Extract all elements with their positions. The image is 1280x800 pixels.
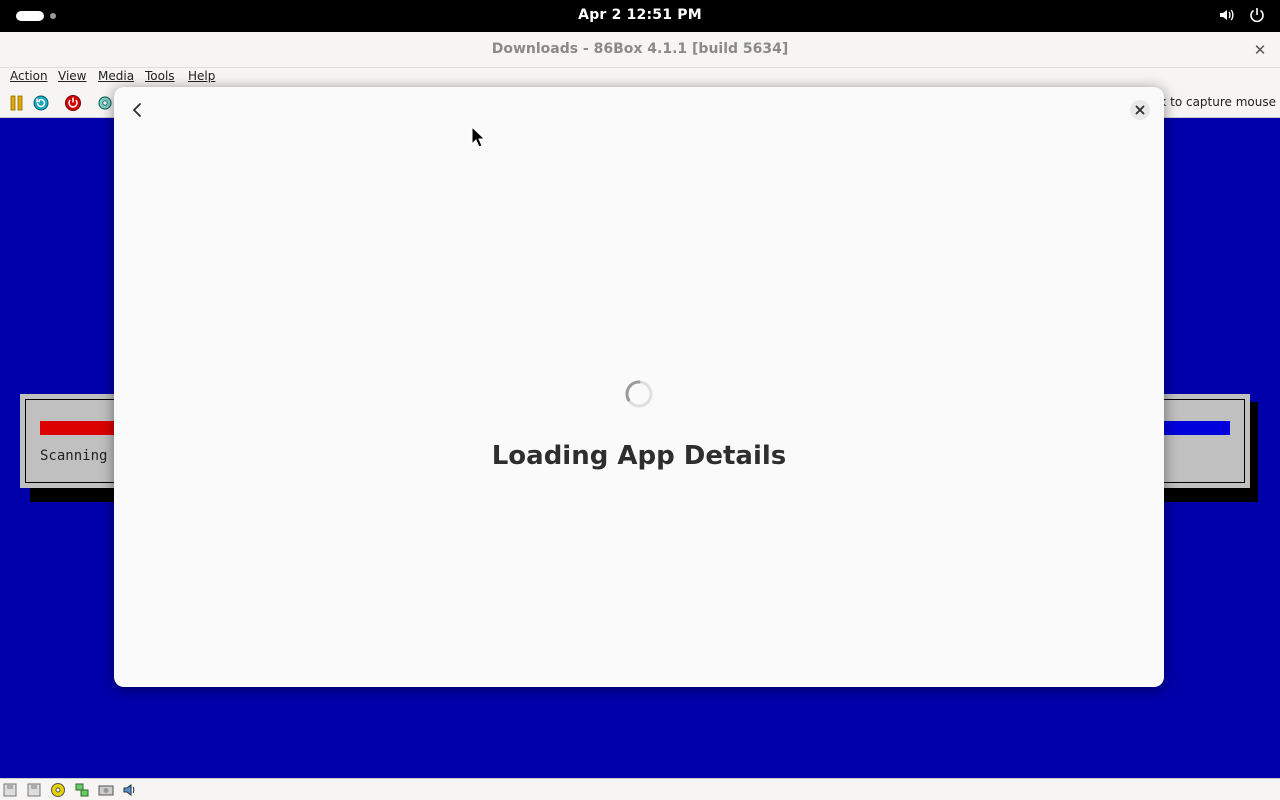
menu-action[interactable]: Action — [10, 69, 48, 83]
spinner-icon — [624, 379, 654, 409]
close-icon: ✕ — [1253, 41, 1267, 59]
chevron-left-icon — [126, 103, 148, 125]
menu-media[interactable]: Media — [98, 69, 134, 83]
network-icon[interactable] — [74, 782, 90, 798]
dialog-close-button[interactable] — [1130, 100, 1150, 120]
menu-help[interactable]: Help — [188, 69, 215, 83]
settings-icon[interactable] — [96, 94, 114, 112]
power-icon[interactable] — [1248, 6, 1266, 24]
power-off-icon[interactable] — [64, 94, 82, 112]
window-title: Downloads - 86Box 4.1.1 [build 5634] — [491, 41, 789, 57]
floppy-icon[interactable] — [26, 782, 42, 798]
hdd-icon[interactable] — [98, 782, 114, 798]
back-button[interactable] — [126, 99, 148, 121]
window-titlebar[interactable]: Downloads - 86Box 4.1.1 [build 5634] ✕ — [0, 32, 1280, 68]
floppy-icon[interactable] — [2, 782, 18, 798]
app-details-dialog: Loading App Details — [114, 87, 1164, 687]
mouse-cursor-icon — [471, 125, 486, 148]
status-bar — [0, 778, 1280, 800]
window-close-button[interactable]: ✕ — [1250, 40, 1270, 60]
cdrom-icon[interactable] — [50, 782, 66, 798]
top-bar: Apr 2 12:51 PM — [0, 0, 1280, 32]
reset-icon[interactable] — [32, 94, 50, 112]
close-icon — [1130, 105, 1150, 124]
vm-progress-bar-blue — [1160, 421, 1230, 435]
menu-bar: Action View Media Tools Help — [0, 68, 1280, 88]
menu-tools[interactable]: Tools — [145, 69, 175, 83]
menu-view[interactable]: View — [58, 69, 86, 83]
pause-icon[interactable] — [8, 94, 26, 112]
vm-panel-shadow — [1250, 402, 1258, 502]
volume-icon[interactable] — [1218, 6, 1236, 24]
clock[interactable]: Apr 2 12:51 PM — [0, 7, 1280, 23]
system-tray[interactable] — [1218, 6, 1266, 24]
loading-title: Loading App Details — [491, 441, 787, 471]
capture-mouse-hint: lick to capture mouse — [1146, 95, 1276, 109]
vm-progress-bar — [40, 421, 120, 435]
vm-status-text: Scanning — [40, 448, 108, 464]
sound-icon[interactable] — [122, 782, 138, 798]
